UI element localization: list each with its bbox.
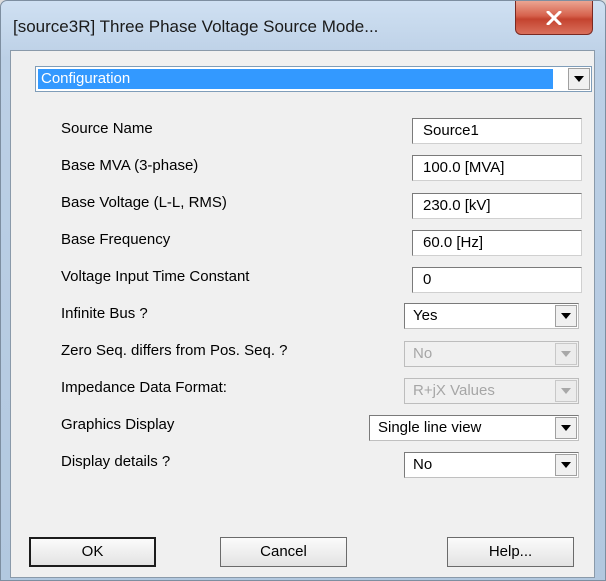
window-title: [source3R] Three Phase Voltage Source Mo… (13, 17, 379, 36)
source-name-field[interactable]: Source1 (412, 118, 582, 144)
zero-seq-value: No (413, 345, 433, 362)
base-frequency-field[interactable]: 60.0 [Hz] (412, 230, 582, 256)
impedance-data-format-value: R+jX Values (413, 382, 495, 399)
help-button[interactable]: Help... (447, 537, 574, 567)
cancel-button[interactable]: Cancel (220, 537, 347, 567)
close-button[interactable] (515, 1, 593, 35)
impedance-data-format-label: Impedance Data Format: (61, 379, 227, 396)
chevron-down-icon (561, 351, 571, 357)
source-name-label: Source Name (61, 120, 153, 137)
dialog-body: Configuration Source Name Source1 Base M… (10, 50, 595, 578)
infinite-bus-label: Infinite Bus ? (61, 305, 148, 322)
chevron-down-icon (561, 425, 571, 431)
base-voltage-field[interactable]: 230.0 [kV] (412, 193, 582, 219)
chevron-down-icon (574, 76, 584, 82)
category-selected-value: Configuration (38, 69, 553, 89)
chevron-down-icon (561, 388, 571, 394)
close-icon (546, 10, 562, 25)
graphics-display-dropdown-button[interactable] (555, 417, 577, 439)
zero-seq-select[interactable]: No (404, 341, 579, 367)
base-voltage-label: Base Voltage (L-L, RMS) (61, 194, 227, 211)
display-details-dropdown-button[interactable] (555, 454, 577, 476)
graphics-display-value: Single line view (378, 419, 482, 436)
ok-button[interactable]: OK (29, 537, 156, 567)
chevron-down-icon (561, 462, 571, 468)
impedance-data-format-dropdown-button[interactable] (555, 380, 577, 402)
dialog-window: [source3R] Three Phase Voltage Source Mo… (0, 0, 606, 581)
zero-seq-dropdown-button[interactable] (555, 343, 577, 365)
infinite-bus-value: Yes (413, 307, 438, 324)
infinite-bus-dropdown-button[interactable] (555, 305, 577, 327)
display-details-label: Display details ? (61, 453, 171, 470)
base-frequency-label: Base Frequency (61, 231, 171, 248)
graphics-display-label: Graphics Display (61, 416, 175, 433)
category-dropdown-button[interactable] (568, 68, 590, 90)
impedance-data-format-select[interactable]: R+jX Values (404, 378, 579, 404)
chevron-down-icon (561, 313, 571, 319)
base-mva-label: Base MVA (3-phase) (61, 157, 199, 174)
category-select[interactable]: Configuration (35, 66, 592, 92)
voltage-input-time-constant-field[interactable]: 0 (412, 267, 582, 293)
zero-seq-label: Zero Seq. differs from Pos. Seq. ? (61, 342, 288, 359)
voltage-input-time-constant-label: Voltage Input Time Constant (61, 268, 250, 285)
display-details-value: No (413, 456, 433, 473)
graphics-display-select[interactable]: Single line view (369, 415, 579, 441)
display-details-select[interactable]: No (404, 452, 579, 478)
base-mva-field[interactable]: 100.0 [MVA] (412, 155, 582, 181)
infinite-bus-select[interactable]: Yes (404, 303, 579, 329)
